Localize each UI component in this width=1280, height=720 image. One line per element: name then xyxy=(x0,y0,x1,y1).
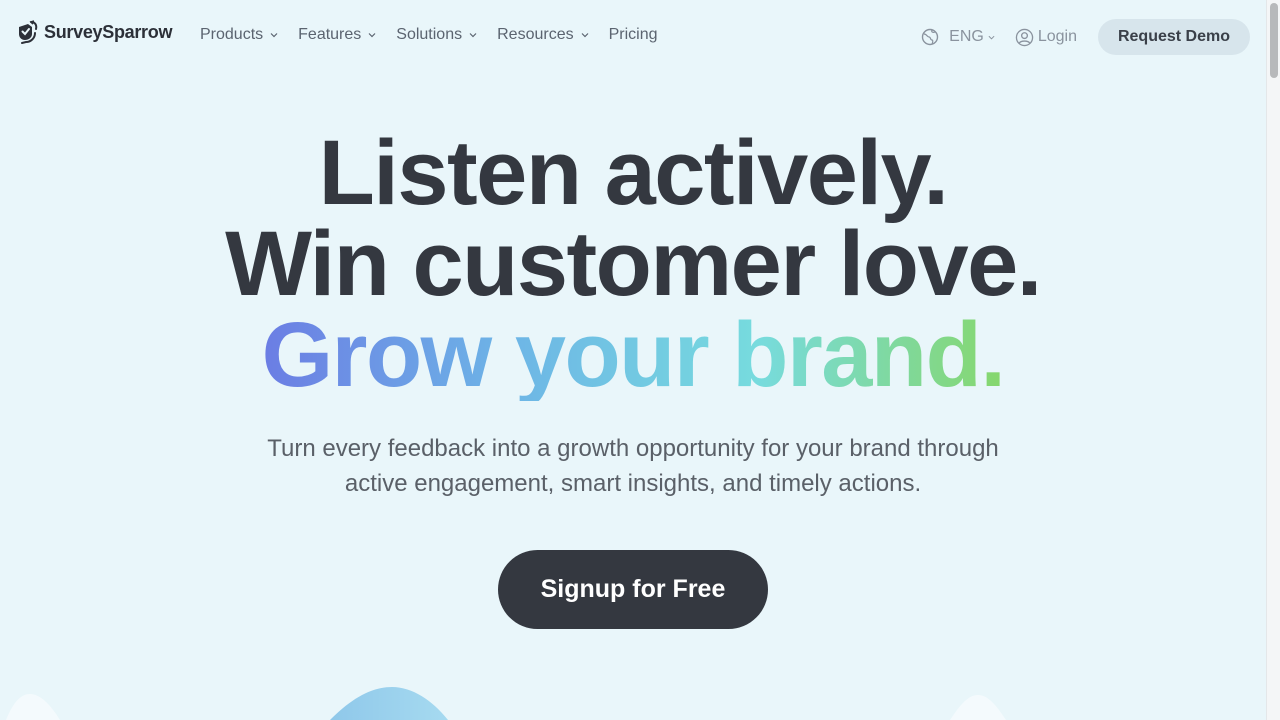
page: SurveySparrow Products Features Solution… xyxy=(0,0,1266,720)
user-circle-icon xyxy=(1015,28,1034,46)
globe-icon xyxy=(921,28,939,46)
decorative-wave-left xyxy=(6,694,60,720)
headline-line-2: Win customer love. xyxy=(225,213,1042,315)
main-nav: Products Features Solutions Resources Pr… xyxy=(200,26,678,44)
chevron-down-icon xyxy=(270,31,278,39)
gradient-word: . xyxy=(980,304,1005,406)
nav-features[interactable]: Features xyxy=(298,26,376,44)
sparrow-logo-icon xyxy=(19,20,38,44)
scrollbar-thumb[interactable] xyxy=(1270,3,1278,78)
top-navigation: SurveySparrow Products Features Solution… xyxy=(0,0,1266,72)
nav-label: Features xyxy=(298,26,362,43)
subtitle-line-1: Turn every feedback into a growth opport… xyxy=(267,435,999,462)
request-demo-button[interactable]: Request Demo xyxy=(1097,19,1250,55)
header-actions: ENG Login Request Demo xyxy=(921,19,1250,55)
nav-products[interactable]: Products xyxy=(200,26,278,44)
gradient-word: brand xyxy=(732,304,981,406)
nav-resources[interactable]: Resources xyxy=(497,26,589,44)
login-label: Login xyxy=(1037,28,1077,45)
headline-line-1: Listen actively. xyxy=(318,122,949,224)
logo[interactable]: SurveySparrow xyxy=(16,19,172,45)
decorative-waves xyxy=(6,687,1006,720)
chevron-down-icon xyxy=(988,35,995,40)
chevron-down-icon xyxy=(469,31,477,39)
login-link[interactable]: Login xyxy=(1015,28,1077,47)
chevron-down-icon xyxy=(581,31,589,39)
language-selector[interactable]: ENG xyxy=(921,28,995,46)
subtitle-line-2: active engagement, smart insights, and t… xyxy=(344,470,922,497)
nav-solutions[interactable]: Solutions xyxy=(396,26,477,44)
hero-headline: Listen actively. Win customer love. Grow… xyxy=(0,122,1266,401)
language-label: ENG xyxy=(949,28,984,45)
nav-label: Resources xyxy=(497,26,574,43)
signup-free-button[interactable]: Signup for Free xyxy=(498,550,768,629)
hero-subtitle: Turn every feedback into a growth opport… xyxy=(0,431,1266,501)
logo-text: SurveySparrow xyxy=(44,21,173,42)
nav-label: Pricing xyxy=(608,26,658,43)
decorative-wave-right xyxy=(950,695,1006,720)
nav-label: Solutions xyxy=(396,26,463,43)
hero: Listen actively. Win customer love. Grow… xyxy=(0,122,1266,401)
gradient-word: Grow xyxy=(261,304,491,406)
page-scrollbar[interactable] xyxy=(1266,0,1280,720)
chevron-down-icon xyxy=(368,31,376,39)
decorative-wave-center xyxy=(330,687,448,720)
gradient-word: your xyxy=(514,304,709,406)
nav-pricing[interactable]: Pricing xyxy=(609,26,658,44)
nav-label: Products xyxy=(200,26,264,43)
headline-line-3: Grow your brand. xyxy=(262,310,1005,401)
